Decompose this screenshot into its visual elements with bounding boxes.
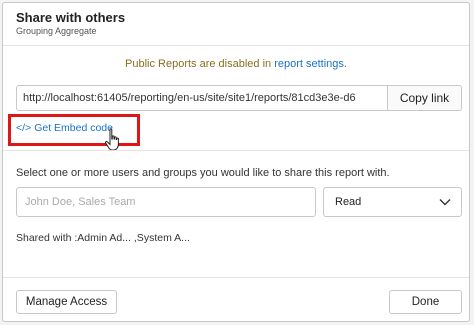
report-settings-link[interactable]: report settings [274,58,344,70]
dialog-subtitle: Grouping Aggregate [16,26,97,36]
permission-value: Read [335,196,362,208]
share-url-row: Copy link [16,85,462,111]
notice-text: Public Reports are disabled in [125,58,275,70]
share-dialog: Share with others Grouping Aggregate Pub… [2,2,470,322]
done-button[interactable]: Done [389,290,462,314]
embed-link-label: Get Embed code [34,122,113,134]
copy-link-button[interactable]: Copy link [388,85,462,111]
shared-with-text: Shared with :Admin Ad... ,System A... [16,232,190,244]
dialog-title: Share with others [16,10,126,25]
share-url-field[interactable] [16,85,388,111]
public-reports-notice: Public Reports are disabled in report se… [3,58,469,70]
manage-access-button[interactable]: Manage Access [16,290,117,314]
notice-suffix: . [343,58,347,70]
users-groups-input[interactable] [16,187,316,217]
code-icon: </> [16,122,32,134]
footer-divider [3,277,469,278]
get-embed-code-link[interactable]: </> Get Embed code [16,122,113,134]
section-divider [3,150,469,151]
chevron-down-icon [439,199,451,206]
hand-cursor-icon [104,128,119,151]
dialog-header: Share with others Grouping Aggregate [3,3,469,46]
share-instruction: Select one or more users and groups you … [16,167,390,179]
permission-select[interactable]: Read [323,187,462,217]
